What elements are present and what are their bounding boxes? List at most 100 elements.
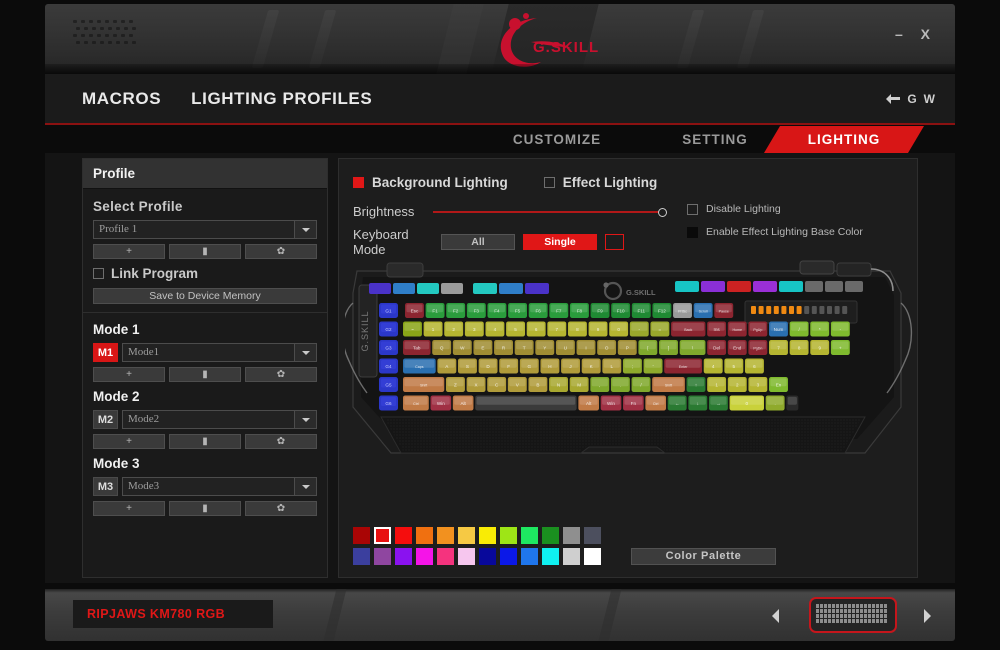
profile-settings-button[interactable]: ✿	[245, 244, 317, 259]
nav-lighting-profiles[interactable]: LIGHTING PROFILES	[191, 89, 372, 109]
brightness-knob[interactable]	[658, 207, 667, 217]
profile-panel-body: Select Profile Profile 1 + ▮ ✿ Link Prog…	[83, 189, 327, 533]
color-swatch[interactable]	[563, 527, 580, 544]
arrow-right-icon[interactable]	[924, 609, 931, 623]
enable-effect-base-color-label: Enable Effect Lighting Base Color	[706, 226, 863, 238]
color-swatch[interactable]	[563, 548, 580, 565]
keyboard-mode-single-button[interactable]: Single	[523, 234, 597, 250]
color-swatch[interactable]	[353, 527, 370, 544]
mode3-select-row[interactable]: M3 Mode3	[93, 477, 317, 496]
mode2-select-row[interactable]: M2 Mode2	[93, 410, 317, 429]
mode1-chevron-down-icon[interactable]	[295, 343, 317, 362]
color-swatch[interactable]	[500, 527, 517, 544]
mode2-value[interactable]: Mode2	[122, 410, 295, 429]
color-swatch[interactable]	[479, 548, 496, 565]
mode1-value[interactable]: Mode1	[122, 343, 295, 362]
profile-select-row[interactable]: Profile 1	[93, 220, 317, 239]
body-area: Profile Select Profile Profile 1 + ▮ ✿ L…	[45, 153, 955, 583]
mode2-add-button[interactable]: +	[93, 434, 165, 449]
effect-lighting-checkbox[interactable]	[543, 177, 555, 188]
color-swatch[interactable]	[353, 548, 370, 565]
mode3-badge[interactable]: M3	[93, 477, 118, 496]
profile-select-value[interactable]: Profile 1	[93, 220, 295, 239]
w-shortcut-icon[interactable]: W	[924, 92, 935, 106]
color-palette-button[interactable]: Color Palette	[631, 548, 776, 565]
color-swatch[interactable]	[542, 548, 559, 565]
color-swatch[interactable]	[437, 527, 454, 544]
mode1-settings-button[interactable]: ✿	[245, 367, 317, 382]
color-swatch[interactable]	[416, 527, 433, 544]
link-program-row[interactable]: Link Program	[93, 266, 317, 281]
save-to-device-memory-button[interactable]: Save to Device Memory	[93, 288, 317, 304]
tab-setting[interactable]: SETTING	[660, 126, 770, 153]
color-swatch[interactable]	[521, 548, 538, 565]
color-swatch[interactable]	[458, 548, 475, 565]
mode3-add-button[interactable]: +	[93, 501, 165, 516]
enable-effect-base-color-row[interactable]: Enable Effect Lighting Base Color	[687, 226, 863, 238]
svg-text:4: 4	[494, 327, 497, 332]
profile-delete-button[interactable]: ▮	[169, 244, 241, 259]
svg-text:Scroll: Scroll	[699, 309, 708, 313]
svg-text:H: H	[548, 364, 551, 369]
brightness-track[interactable]	[433, 210, 665, 213]
color-swatch[interactable]	[479, 527, 496, 544]
mode3-delete-button[interactable]: ▮	[169, 501, 241, 516]
mode3-settings-button[interactable]: ✿	[245, 501, 317, 516]
mode2-badge[interactable]: M2	[93, 410, 118, 429]
color-swatch[interactable]	[500, 548, 517, 565]
brightness-slider[interactable]	[433, 206, 667, 218]
mode2-chevron-down-icon[interactable]	[295, 410, 317, 429]
nav-bar: MACROS LIGHTING PROFILES G W	[45, 74, 955, 125]
color-swatch[interactable]	[374, 548, 391, 565]
color-swatch[interactable]	[458, 527, 475, 544]
mode3-chevron-down-icon[interactable]	[295, 477, 317, 496]
arrow-left-icon[interactable]	[772, 609, 779, 623]
marquee-select-icon[interactable]	[605, 234, 624, 250]
background-lighting-checkbox[interactable]	[353, 177, 364, 188]
mode1-badge[interactable]: M1	[93, 343, 118, 362]
palette-row-1	[353, 527, 601, 544]
color-swatch[interactable]	[542, 527, 559, 544]
minimize-button[interactable]: –	[890, 26, 910, 42]
background-lighting-toggle[interactable]: Background Lighting	[353, 175, 508, 190]
color-swatch[interactable]	[395, 527, 412, 544]
svg-text:=: =	[659, 327, 662, 332]
color-swatch[interactable]	[374, 527, 391, 544]
mode1-add-button[interactable]: +	[93, 367, 165, 382]
trash-icon: ▮	[202, 502, 208, 514]
mode1-delete-button[interactable]: ▮	[169, 367, 241, 382]
mode1-select-row[interactable]: M1 Mode1	[93, 343, 317, 362]
titlebar-accent-1	[251, 10, 280, 68]
mode2-delete-button[interactable]: ▮	[169, 434, 241, 449]
keyboard-thumbnail-icon[interactable]	[809, 597, 897, 633]
nav-macros[interactable]: MACROS	[82, 89, 161, 109]
profile-action-buttons: + ▮ ✿	[93, 244, 317, 259]
svg-text:PgUp: PgUp	[753, 328, 762, 332]
enable-effect-base-color-checkbox[interactable]	[687, 226, 698, 238]
window-controls[interactable]: – X	[890, 26, 937, 42]
chevron-down-icon[interactable]	[295, 220, 317, 239]
color-swatch[interactable]	[416, 548, 433, 565]
profile-add-button[interactable]: +	[93, 244, 165, 259]
keyboard-svg[interactable]: G.SKILLG.SKILLG1G2G3G4G5G6Esc F1 F2 F3 F4 F5 F…	[341, 257, 913, 475]
keyboard-preview[interactable]: G.SKILL G.SKILL G1 G2 G3 G4 G5 G6 Esc F1 F2 F3 F4 F5 F…	[341, 257, 913, 475]
color-swatch[interactable]	[584, 548, 601, 565]
keyboard-mode-all-button[interactable]: All	[441, 234, 515, 250]
g-shortcut-icon[interactable]: G	[907, 92, 916, 106]
tab-customize[interactable]: CUSTOMIZE	[482, 126, 632, 153]
tab-lighting[interactable]: LIGHTING	[764, 126, 924, 153]
color-swatch[interactable]	[395, 548, 412, 565]
effect-lighting-toggle[interactable]: Effect Lighting	[543, 175, 657, 190]
mode2-settings-button[interactable]: ✿	[245, 434, 317, 449]
pin-icon[interactable]	[886, 93, 901, 105]
svg-text:G1: G1	[385, 309, 392, 314]
color-swatch[interactable]	[584, 527, 601, 544]
disable-lighting-checkbox[interactable]	[687, 203, 698, 215]
mode3-value[interactable]: Mode3	[122, 477, 295, 496]
color-swatch[interactable]	[437, 548, 454, 565]
link-program-checkbox[interactable]	[93, 268, 104, 279]
disable-lighting-row[interactable]: Disable Lighting	[687, 203, 863, 215]
close-button[interactable]: X	[916, 26, 937, 42]
disable-lighting-label: Disable Lighting	[706, 203, 781, 215]
color-swatch[interactable]	[521, 527, 538, 544]
